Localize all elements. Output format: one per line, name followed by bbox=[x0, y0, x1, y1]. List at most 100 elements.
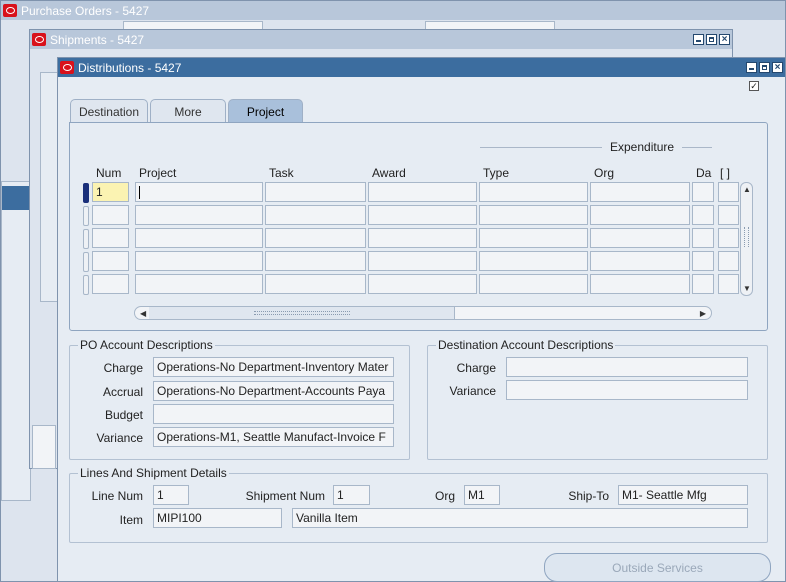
award-cell[interactable] bbox=[368, 182, 477, 202]
org-cell[interactable] bbox=[590, 251, 690, 271]
num-cell[interactable] bbox=[92, 274, 129, 294]
org-cell[interactable] bbox=[590, 205, 690, 225]
col-header-num: Num bbox=[96, 166, 122, 180]
date-cell[interactable] bbox=[692, 228, 714, 248]
type-cell[interactable] bbox=[479, 182, 588, 202]
award-cell[interactable] bbox=[368, 274, 477, 294]
task-cell[interactable] bbox=[265, 274, 366, 294]
org-cell[interactable] bbox=[590, 228, 690, 248]
po-left-panel bbox=[1, 181, 31, 501]
col-header-type: Type bbox=[483, 166, 510, 180]
shipments-title: Shipments - 5427 bbox=[50, 32, 145, 47]
num-cell[interactable] bbox=[92, 205, 129, 225]
scroll-right-icon[interactable]: ▶ bbox=[700, 309, 706, 318]
shipment-num-field[interactable]: 1 bbox=[333, 485, 370, 505]
type-cell[interactable] bbox=[479, 274, 588, 294]
item-field[interactable]: MIPI100 bbox=[153, 508, 282, 528]
distributions-titlebar[interactable]: Distributions - 5427 × bbox=[58, 58, 785, 77]
project-cell[interactable] bbox=[135, 205, 263, 225]
shipments-titlebar[interactable]: Shipments - 5427 × bbox=[30, 30, 732, 49]
minimize-icon[interactable] bbox=[693, 34, 704, 45]
tab-destination[interactable]: Destination bbox=[70, 99, 148, 123]
project-cell[interactable] bbox=[135, 182, 263, 202]
award-cell[interactable] bbox=[368, 205, 477, 225]
task-cell[interactable] bbox=[265, 251, 366, 271]
row-indicator[interactable] bbox=[83, 252, 89, 272]
task-cell[interactable] bbox=[265, 228, 366, 248]
po-charge-label: Charge bbox=[103, 361, 143, 375]
row-indicator-current[interactable] bbox=[83, 183, 89, 203]
vertical-scrollbar[interactable]: ▲ ▼ bbox=[740, 182, 753, 296]
scroll-left-icon[interactable]: ◀ bbox=[140, 309, 146, 318]
po-charge-field[interactable]: Operations-No Department-Inventory Mater bbox=[153, 357, 394, 377]
row-indicator[interactable] bbox=[83, 229, 89, 249]
dest-variance-field[interactable] bbox=[506, 380, 748, 400]
maximize-icon[interactable] bbox=[759, 62, 770, 73]
flex-cell[interactable] bbox=[718, 228, 739, 248]
award-cell[interactable] bbox=[368, 228, 477, 248]
type-cell[interactable] bbox=[479, 251, 588, 271]
project-cell[interactable] bbox=[135, 251, 263, 271]
po-accrual-label: Accrual bbox=[102, 385, 143, 399]
date-cell[interactable] bbox=[692, 274, 714, 294]
purchase-orders-titlebar[interactable]: Purchase Orders - 5427 bbox=[1, 1, 785, 20]
flex-cell[interactable] bbox=[718, 182, 739, 202]
line-num-label: Line Num bbox=[91, 489, 143, 503]
flex-cell[interactable] bbox=[718, 205, 739, 225]
ship-to-field[interactable]: M1- Seattle Mfg bbox=[618, 485, 748, 505]
type-cell[interactable] bbox=[479, 228, 588, 248]
task-cell[interactable] bbox=[265, 205, 366, 225]
scroll-down-icon[interactable]: ▼ bbox=[743, 284, 751, 293]
item-description-field[interactable]: Vanilla Item bbox=[292, 508, 748, 528]
po-budget-field[interactable] bbox=[153, 404, 394, 424]
org-cell[interactable] bbox=[590, 182, 690, 202]
row-indicator[interactable] bbox=[83, 206, 89, 226]
flex-cell[interactable] bbox=[718, 251, 739, 271]
expenditure-line-left bbox=[480, 147, 602, 148]
tab-project[interactable]: Project bbox=[228, 99, 303, 123]
dest-charge-field[interactable] bbox=[506, 357, 748, 377]
org-cell[interactable] bbox=[590, 274, 690, 294]
project-cell[interactable] bbox=[135, 274, 263, 294]
distributions-title: Distributions - 5427 bbox=[78, 60, 182, 75]
col-header-flex: [ ] bbox=[720, 166, 731, 180]
shipments-left-cell bbox=[32, 425, 56, 469]
item-label: Item bbox=[119, 513, 143, 527]
project-cell[interactable] bbox=[135, 228, 263, 248]
maximize-icon[interactable] bbox=[706, 34, 717, 45]
close-icon[interactable]: × bbox=[772, 62, 783, 73]
date-cell[interactable] bbox=[692, 251, 714, 271]
org-field[interactable]: M1 bbox=[464, 485, 500, 505]
scroll-thumb[interactable] bbox=[149, 307, 455, 319]
col-header-project: Project bbox=[139, 166, 177, 180]
flex-cell[interactable] bbox=[718, 274, 739, 294]
po-variance-field[interactable]: Operations-M1, Seattle Manufact-Invoice … bbox=[153, 427, 394, 447]
line-num-field[interactable]: 1 bbox=[153, 485, 189, 505]
num-cell[interactable] bbox=[92, 251, 129, 271]
horizontal-scrollbar[interactable]: ◀ ▶ bbox=[134, 306, 712, 320]
date-cell[interactable] bbox=[692, 205, 714, 225]
task-cell[interactable] bbox=[265, 182, 366, 202]
tab-more[interactable]: More bbox=[150, 99, 226, 123]
award-cell[interactable] bbox=[368, 251, 477, 271]
scroll-grip-icon[interactable] bbox=[744, 227, 749, 247]
num-cell[interactable]: 1 bbox=[92, 182, 129, 202]
num-cell[interactable] bbox=[92, 228, 129, 248]
row-indicator[interactable] bbox=[83, 275, 89, 295]
purchase-orders-title: Purchase Orders - 5427 bbox=[21, 3, 150, 18]
dest-variance-label: Variance bbox=[449, 384, 496, 398]
scroll-grip-icon bbox=[254, 311, 350, 315]
date-cell[interactable] bbox=[692, 182, 714, 202]
col-header-org: Org bbox=[594, 166, 615, 180]
col-header-date: Da bbox=[696, 166, 712, 180]
col-header-award: Award bbox=[372, 166, 406, 180]
type-cell[interactable] bbox=[479, 205, 588, 225]
close-icon[interactable]: × bbox=[719, 34, 730, 45]
expenditure-line-right bbox=[682, 147, 712, 148]
scroll-up-icon[interactable]: ▲ bbox=[743, 185, 751, 194]
po-accrual-field[interactable]: Operations-No Department-Accounts Paya bbox=[153, 381, 394, 401]
distributions-checkbox[interactable]: ✓ bbox=[749, 81, 759, 91]
minimize-icon[interactable] bbox=[746, 62, 757, 73]
outside-services-button[interactable]: Outside Services bbox=[544, 553, 771, 582]
oracle-logo-icon bbox=[60, 61, 74, 74]
